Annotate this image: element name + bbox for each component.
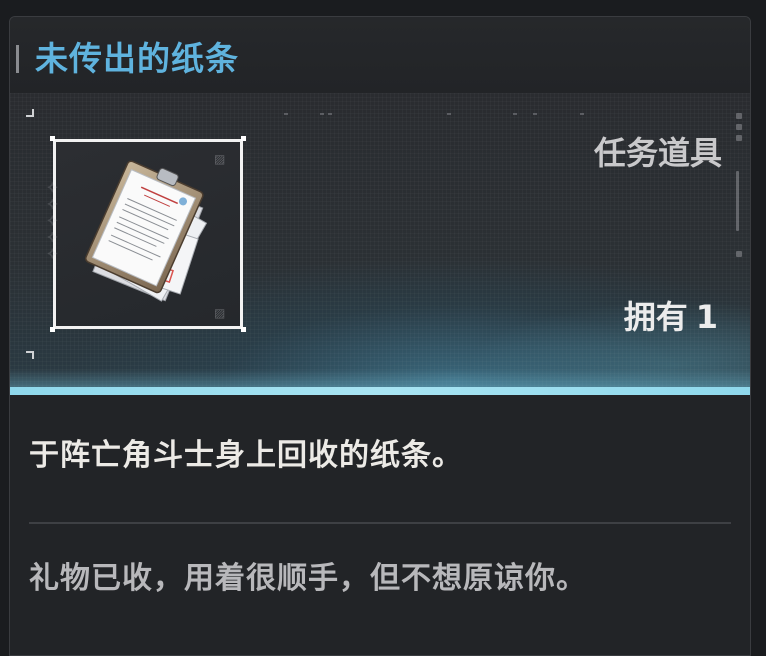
item-name: 未传出的纸条 — [35, 39, 239, 78]
top-dot — [447, 113, 451, 115]
top-dot — [533, 113, 537, 115]
paper-notes-icon — [85, 160, 208, 302]
item-hero-section: ⟡⟡⟡⟡⟡ ▨ ▨ 任务道具 拥有 1 — [10, 93, 750, 395]
frame-corner — [50, 327, 55, 332]
item-detail-panel: 未传出的纸条 ⟡⟡⟡⟡⟡ ▨ ▨ 任务道具 拥有 1 于阵亡角斗士身上回收的纸条… — [9, 16, 751, 656]
top-dot — [320, 113, 324, 115]
corner-bracket-top-left — [26, 109, 34, 117]
corner-bracket-bottom-left — [26, 351, 34, 359]
frame-corner — [50, 136, 55, 141]
top-dot — [328, 113, 332, 115]
title-bar: 未传出的纸条 — [10, 17, 750, 93]
item-flavor-text: 礼物已收，用着很顺手，但不想原谅你。 — [29, 561, 587, 596]
accent-stripe — [10, 387, 750, 395]
frame-corner — [241, 327, 246, 332]
top-dot — [580, 113, 584, 115]
accent-glow — [10, 369, 750, 387]
item-description: 于阵亡角斗士身上回收的纸条。 — [29, 438, 463, 473]
item-icon-frame[interactable]: ⟡⟡⟡⟡⟡ ▨ ▨ — [44, 136, 246, 332]
side-decoration — [736, 113, 744, 283]
frame-corner — [241, 136, 246, 141]
owned-label: 拥有 — [623, 298, 688, 336]
top-dot — [513, 113, 517, 115]
divider — [29, 522, 731, 524]
top-dot — [284, 113, 288, 115]
owned-value: 1 — [695, 298, 718, 336]
item-type-label: 任务道具 — [593, 134, 722, 172]
owned-count: 拥有 1 — [624, 295, 718, 339]
title-marker — [16, 45, 19, 73]
